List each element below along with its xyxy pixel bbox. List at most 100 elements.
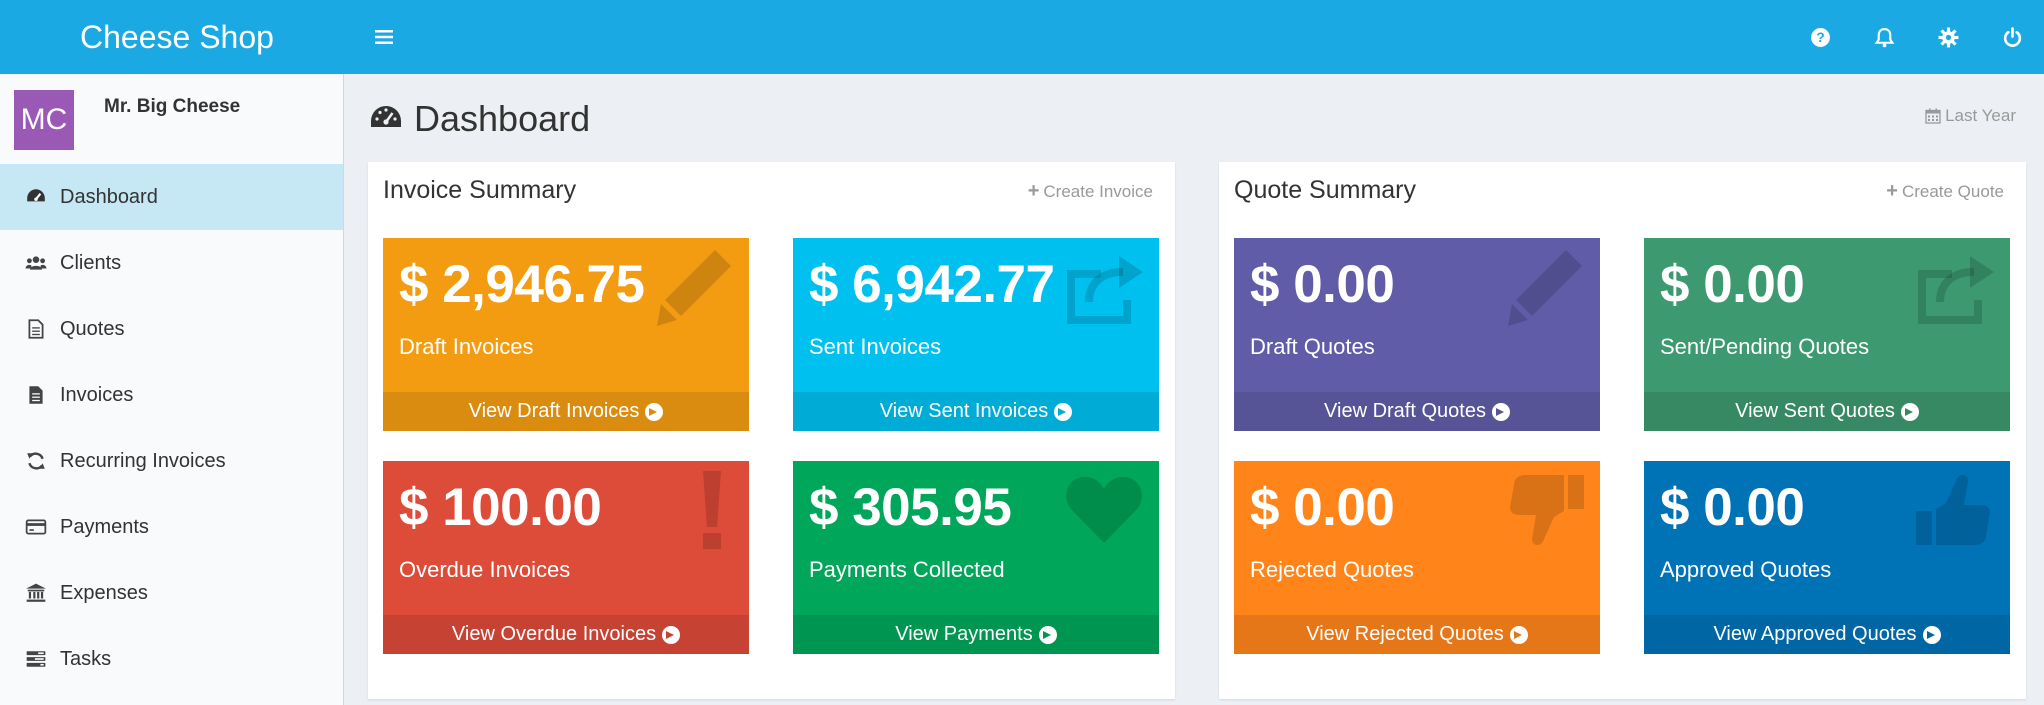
sidebar-item-tasks[interactable]: Tasks	[0, 626, 343, 692]
tile-amount: $ 0.00	[1250, 255, 1395, 314]
sidebar-item-expenses[interactable]: Expenses	[0, 560, 343, 626]
heart-icon	[1066, 477, 1142, 543]
view-draft-quotes-link[interactable]: View Draft Quotes	[1234, 392, 1600, 431]
tile-label: Payments Collected	[809, 557, 1005, 582]
sidebar-toggle-button[interactable]	[364, 17, 404, 57]
arrow-circle-right-icon	[1509, 625, 1528, 644]
date-range-label: Last Year	[1945, 106, 2016, 125]
tile-label: Rejected Quotes	[1250, 557, 1414, 582]
rejected-quotes-tile: $ 0.00 Rejected Quotes View Rejected Quo…	[1234, 461, 1600, 654]
sidebar-item-clients[interactable]: Clients	[0, 230, 343, 296]
sidebar-item-dashboard[interactable]: Dashboard	[0, 164, 343, 230]
view-payments-link[interactable]: View Payments	[793, 615, 1159, 654]
tile-label: Draft Quotes	[1250, 334, 1375, 359]
plus-icon: +	[1027, 180, 1040, 202]
arrow-circle-right-icon	[1054, 402, 1073, 421]
sidebar-item-quotes[interactable]: Quotes	[0, 296, 343, 362]
panel-title: Quote Summary	[1234, 176, 1417, 204]
calendar-icon	[1925, 108, 1941, 124]
sidebar: MC Mr. Big Cheese Dashboard Clients Quot…	[0, 74, 344, 705]
thumbs-down-icon	[1510, 475, 1584, 545]
svg-text:?: ?	[1816, 30, 1824, 45]
menu-icon	[375, 30, 393, 44]
tile-amount: $ 100.00	[399, 478, 602, 537]
user-name: Mr. Big Cheese	[104, 96, 241, 117]
sidebar-item-label: Invoices	[60, 383, 134, 406]
refresh-icon	[24, 449, 48, 473]
view-overdue-invoices-link[interactable]: View Overdue Invoices	[383, 615, 749, 654]
arrow-circle-right-icon	[1491, 402, 1510, 421]
view-sent-quotes-link[interactable]: View Sent Quotes	[1644, 392, 2010, 431]
arrow-circle-right-icon	[645, 402, 664, 421]
settings-button[interactable]	[1916, 0, 1980, 74]
tile-amount: $ 0.00	[1660, 478, 1805, 537]
date-range-selector[interactable]: Last Year	[1925, 106, 2016, 126]
sidebar-item-label: Payments	[60, 515, 149, 538]
pencil-icon	[1508, 250, 1582, 326]
tile-amount: $ 2,946.75	[399, 255, 645, 314]
avatar[interactable]: MC	[14, 90, 74, 150]
view-approved-quotes-link[interactable]: View Approved Quotes	[1644, 615, 2010, 654]
bell-icon	[1874, 27, 1894, 47]
sidebar-item-label: Recurring Invoices	[60, 449, 226, 472]
draft-invoices-tile: $ 2,946.75 Draft Invoices View Draft Inv…	[383, 238, 749, 431]
tile-amount: $ 0.00	[1250, 478, 1395, 537]
credit-card-icon	[24, 515, 48, 539]
tile-label: Sent Invoices	[809, 334, 942, 359]
thumbs-up-icon	[1916, 475, 1990, 545]
power-icon	[2003, 26, 2021, 47]
create-quote-label: Create Quote	[1901, 181, 2004, 201]
create-invoice-label: Create Invoice	[1043, 181, 1153, 201]
arrow-circle-right-icon	[1922, 625, 1941, 644]
tile-amount: $ 305.95	[809, 478, 1012, 537]
sidebar-item-label: Dashboard	[60, 185, 158, 208]
tile-link-label: View Rejected Quotes	[1306, 623, 1504, 645]
content-header: Dashboard	[368, 94, 590, 144]
view-sent-invoices-link[interactable]: View Sent Invoices	[793, 392, 1159, 431]
panel-title: Invoice Summary	[383, 176, 577, 204]
invoice-summary-panel: Invoice Summary + Create Invoice $ 2,946…	[368, 162, 1175, 699]
sidebar-item-label: Quotes	[60, 317, 125, 340]
share-icon	[1918, 256, 1994, 324]
question-circle-icon: ?	[1810, 27, 1830, 47]
quote-summary-panel: Quote Summary + Create Quote $ 0.00 Draf…	[1219, 162, 2026, 699]
dashboard-icon	[24, 185, 48, 209]
tile-label: Sent/Pending Quotes	[1660, 334, 1870, 359]
view-draft-invoices-link[interactable]: View Draft Invoices	[383, 392, 749, 431]
help-button[interactable]: ?	[1788, 0, 1852, 74]
overdue-invoices-tile: $ 100.00 Overdue Invoices View Overdue I…	[383, 461, 749, 654]
tile-amount: $ 6,942.77	[809, 255, 1055, 314]
share-icon	[1067, 256, 1143, 324]
payments-collected-tile: $ 305.95 Payments Collected View Payment…	[793, 461, 1159, 654]
bank-icon	[24, 581, 48, 605]
dashboard-icon	[371, 106, 401, 127]
create-quote-button[interactable]: + Create Quote	[1886, 180, 2004, 203]
pencil-icon	[657, 250, 731, 326]
sent-quotes-tile: $ 0.00 Sent/Pending Quotes View Sent Quo…	[1644, 238, 2010, 431]
notifications-button[interactable]	[1852, 0, 1916, 74]
users-icon	[24, 251, 48, 275]
arrow-circle-right-icon	[662, 625, 681, 644]
draft-quotes-tile: $ 0.00 Draft Quotes View Draft Quotes	[1234, 238, 1600, 431]
file-icon	[24, 317, 48, 341]
sidebar-item-recurring-invoices[interactable]: Recurring Invoices	[0, 428, 343, 494]
page-title: Dashboard	[414, 98, 591, 139]
exclamation-icon	[703, 471, 721, 549]
logout-button[interactable]	[1980, 0, 2044, 74]
top-navbar: Cheese Shop ?	[0, 0, 2044, 74]
tile-label: Draft Invoices	[399, 334, 534, 359]
tile-link-label: View Sent Invoices	[879, 400, 1049, 422]
tile-amount: $ 0.00	[1660, 255, 1805, 314]
approved-quotes-tile: $ 0.00 Approved Quotes View Approved Quo…	[1644, 461, 2010, 654]
sidebar-item-invoices[interactable]: Invoices	[0, 362, 343, 428]
tile-label: Approved Quotes	[1660, 557, 1832, 582]
tile-label: Overdue Invoices	[399, 557, 571, 582]
sidebar-item-payments[interactable]: Payments	[0, 494, 343, 560]
tile-link-label: View Overdue Invoices	[451, 623, 657, 645]
tile-link-label: View Draft Invoices	[468, 400, 640, 422]
brand-logo[interactable]: Cheese Shop	[0, 19, 344, 56]
user-panel: MC Mr. Big Cheese	[0, 74, 343, 164]
view-rejected-quotes-link[interactable]: View Rejected Quotes	[1234, 615, 1600, 654]
tile-link-label: View Approved Quotes	[1713, 623, 1917, 645]
create-invoice-button[interactable]: + Create Invoice	[1028, 180, 1153, 203]
